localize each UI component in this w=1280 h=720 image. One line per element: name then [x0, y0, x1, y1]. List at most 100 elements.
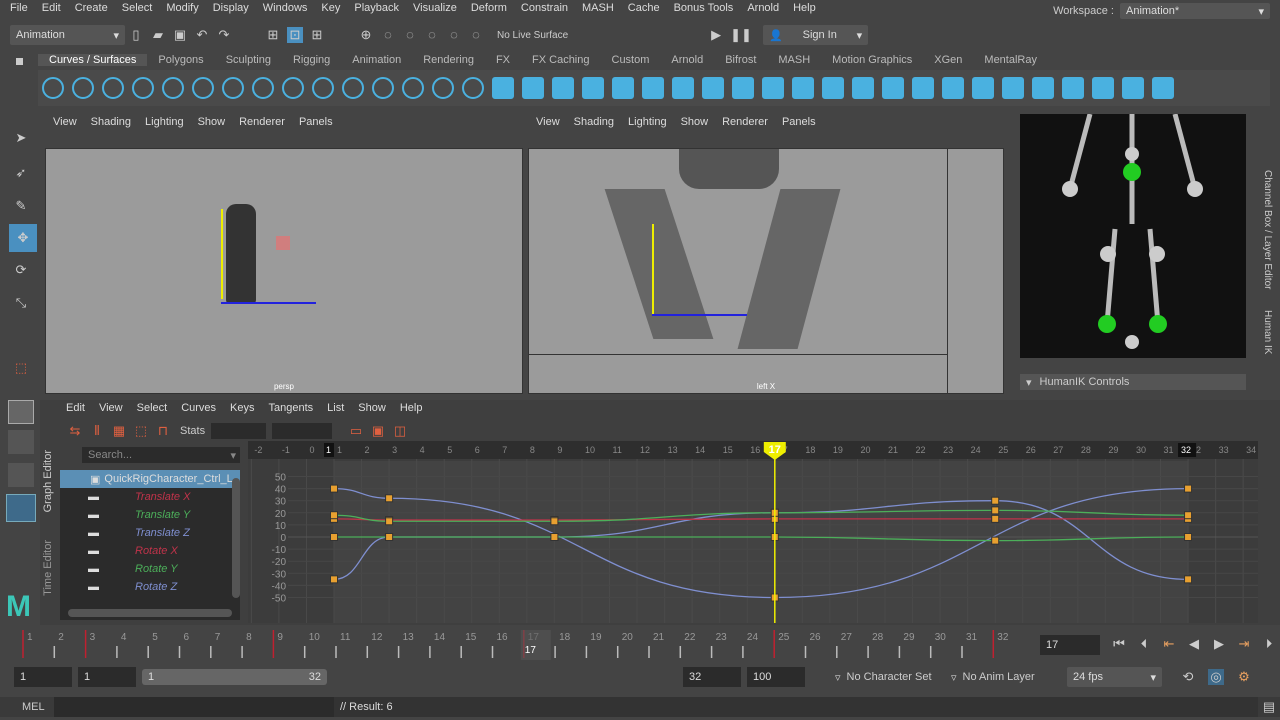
shelf-tool-icon[interactable]	[342, 77, 364, 99]
ankle-right-effector[interactable]	[1149, 315, 1167, 333]
shelf-tool-icon[interactable]	[612, 77, 634, 99]
shelf-tool-icon[interactable]	[522, 77, 544, 99]
shelf-tab[interactable]: MASH	[767, 54, 821, 66]
step-back-frame-icon[interactable]: ⏴	[1136, 636, 1152, 652]
shelf-tab[interactable]: Bifrost	[714, 54, 767, 66]
step-forward-key-icon[interactable]: ⇥	[1236, 636, 1252, 652]
shelf-tool-icon[interactable]	[642, 77, 664, 99]
frame-playback-icon[interactable]: ◫	[392, 423, 408, 439]
character-model[interactable]	[226, 204, 256, 304]
shelf-tool-icon[interactable]	[732, 77, 754, 99]
shelf-tool-icon[interactable]	[192, 77, 214, 99]
viewport-canvas[interactable]: persp	[45, 148, 523, 394]
keyframe[interactable]	[550, 533, 559, 541]
menu-deform[interactable]: Deform	[471, 2, 507, 14]
lasso-tool-icon[interactable]: ➶	[13, 165, 29, 181]
channel-item[interactable]: ▬ Translate Z	[60, 524, 240, 542]
graph-menu-curves[interactable]: Curves	[181, 402, 216, 414]
paint-select-icon[interactable]: ✎	[13, 198, 29, 214]
shelf-tool-icon[interactable]	[762, 77, 784, 99]
outliner-scrollbar-v[interactable]	[232, 478, 240, 598]
viewport-menu-show[interactable]: Show	[198, 116, 226, 128]
keyframe[interactable]	[385, 494, 394, 503]
time-slider[interactable]: 1234567891011121314151617181920212223242…	[0, 630, 1040, 660]
retime-icon[interactable]: ⊓	[155, 423, 171, 439]
fps-dropdown[interactable]: 24 fps ▾	[1067, 667, 1162, 687]
keyframe[interactable]	[1184, 511, 1193, 520]
layout-two-icon[interactable]	[8, 463, 34, 487]
menu-mash[interactable]: MASH	[582, 2, 614, 14]
keyframe[interactable]	[385, 517, 394, 526]
spine-effector[interactable]	[1125, 147, 1139, 161]
shelf-tab[interactable]: MentalRay	[973, 54, 1048, 66]
shelf-tool-icon[interactable]	[282, 77, 304, 99]
script-editor-icon[interactable]: ▤	[1261, 699, 1277, 715]
shelf-tool-icon[interactable]	[252, 77, 274, 99]
channel-item[interactable]: ▬ Translate X	[60, 488, 240, 506]
ankle-left-effector[interactable]	[1098, 315, 1116, 333]
play-backward-icon[interactable]: ◀	[1186, 636, 1202, 652]
menu-display[interactable]: Display	[213, 2, 249, 14]
move-tool-icon[interactable]: ✥	[9, 224, 37, 252]
select-hierarchy-icon[interactable]: ⊞	[265, 27, 281, 43]
search-input[interactable]: Search... ▾	[82, 447, 240, 463]
frame-selection-icon[interactable]: ▣	[370, 423, 386, 439]
select-tool-icon[interactable]: ➤	[13, 130, 29, 146]
menu-playback[interactable]: Playback	[354, 2, 399, 14]
viewport-menu-show[interactable]: Show	[681, 116, 709, 128]
snap-curve-icon[interactable]: ◌	[380, 27, 396, 43]
viewport-left[interactable]: View Shading Lighting Show Renderer Panels le…	[528, 114, 1004, 394]
shelf-tool-icon[interactable]	[792, 77, 814, 99]
viewport-menu-lighting[interactable]: Lighting	[145, 116, 184, 128]
shelf-tab[interactable]: Rendering	[412, 54, 485, 66]
outliner-scrollbar-h[interactable]	[68, 609, 232, 617]
go-to-start-icon[interactable]: ⏮	[1111, 636, 1127, 652]
viewport-menu-renderer[interactable]: Renderer	[239, 116, 285, 128]
graph-menu-edit[interactable]: Edit	[66, 402, 85, 414]
viewport-menu-lighting[interactable]: Lighting	[628, 116, 667, 128]
graph-view[interactable]: -2-1012345678910111213141516171819202122…	[248, 441, 1258, 623]
select-object-icon[interactable]: ⊡	[287, 27, 303, 43]
menu-cache[interactable]: Cache	[628, 2, 660, 14]
shelf-tab[interactable]: Polygons	[147, 54, 214, 66]
menu-select[interactable]: Select	[122, 2, 153, 14]
playback-start-field[interactable]: 1	[78, 667, 136, 687]
region-icon[interactable]: ⬚	[133, 423, 149, 439]
character-set-dropdown[interactable]: ▿ No Character Set	[835, 671, 945, 684]
menu-set-dropdown[interactable]: Animation ▾	[10, 25, 125, 45]
workspace-dropdown[interactable]: Animation* ▾	[1120, 3, 1270, 19]
current-frame-field[interactable]: 17	[1040, 635, 1100, 655]
channel-item[interactable]: ▬ Rotate X	[60, 542, 240, 560]
shelf-tab[interactable]: Animation	[341, 54, 412, 66]
menu-constrain[interactable]: Constrain	[521, 2, 568, 14]
shelf-tab[interactable]: Custom	[601, 54, 661, 66]
viewport-menu-shading[interactable]: Shading	[91, 116, 131, 128]
redo-icon[interactable]: ↷	[216, 27, 232, 43]
graph-menu-list[interactable]: List	[327, 402, 344, 414]
humanik-controls-header[interactable]: ▾ HumanIK Controls	[1020, 374, 1246, 390]
shelf-tool-icon[interactable]	[582, 77, 604, 99]
open-scene-icon[interactable]: ▰	[150, 27, 166, 43]
stats-field-1[interactable]	[211, 423, 267, 439]
shelf-tool-icon[interactable]	[462, 77, 484, 99]
menu-windows[interactable]: Windows	[263, 2, 308, 14]
script-language-toggle[interactable]: MEL	[0, 701, 54, 713]
shelf-tool-icon[interactable]	[72, 77, 94, 99]
elbow-left-effector[interactable]	[1062, 181, 1078, 197]
playback-end-field[interactable]: 32	[683, 667, 741, 687]
keyframe[interactable]	[385, 533, 394, 541]
keyframe[interactable]	[1184, 533, 1193, 541]
viewport-menu-panels[interactable]: Panels	[782, 116, 816, 128]
menu-arnold[interactable]: Arnold	[747, 2, 779, 14]
anim-layer-dropdown[interactable]: ▿ No Anim Layer	[951, 671, 1061, 684]
knee-right-effector[interactable]	[1149, 246, 1165, 262]
shelf-tab[interactable]: Motion Graphics	[821, 54, 923, 66]
shelf-tool-icon[interactable]	[372, 77, 394, 99]
step-forward-frame-icon[interactable]: ⏵	[1261, 636, 1277, 652]
keyframe[interactable]	[991, 496, 1000, 505]
new-scene-icon[interactable]: ▯	[128, 27, 144, 43]
command-input[interactable]	[54, 697, 334, 717]
outliner-node[interactable]: ▣ QuickRigCharacter_Ctrl_L	[60, 470, 240, 488]
knee-left-effector[interactable]	[1100, 246, 1116, 262]
select-component-icon[interactable]: ⊞	[309, 27, 325, 43]
